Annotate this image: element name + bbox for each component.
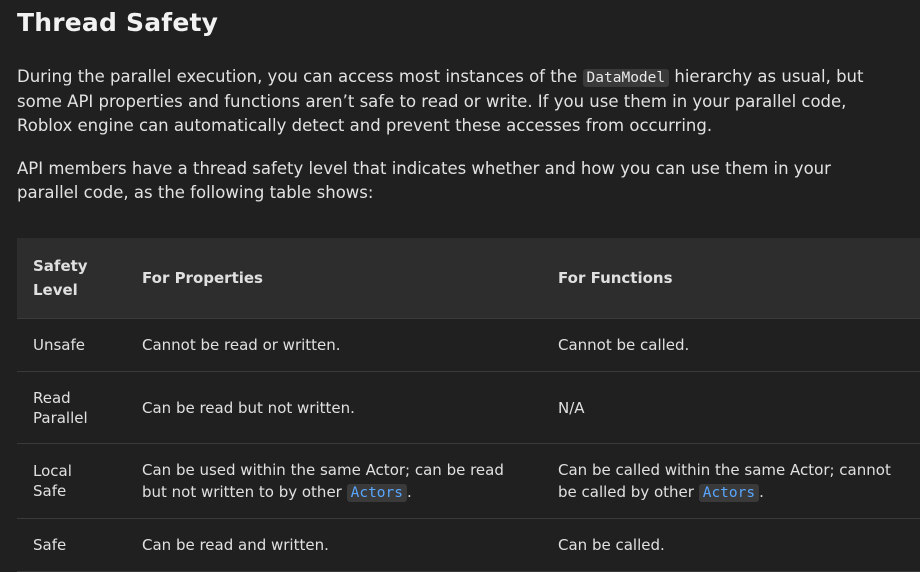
table-row: Local Safe Can be used within the same Ac… [17,443,920,519]
properties-text-end: . [407,482,412,501]
cell-properties: Can be read and written. [126,518,542,572]
header-level-line2: Level [33,281,78,299]
properties-text: Can be used within the same Actor; can b… [142,460,504,501]
intro-text-before: During the parallel execution, you can a… [17,67,583,86]
actors-link[interactable]: Actors [346,483,407,502]
actors-link[interactable]: Actors [698,483,760,502]
header-level-line1: Safety [33,257,88,275]
level-line2: Parallel [33,408,88,427]
intro-paragraph: During the parallel execution, you can a… [17,65,897,138]
cell-properties: Can be used within the same Actor; can b… [126,443,542,519]
page-title: Thread Safety [17,8,219,37]
datamodel-code: DataModel [582,69,670,87]
cell-functions: N/A [542,371,920,444]
header-for-functions: For Functions [542,238,920,319]
table-row: Read Parallel Can be read but not written… [17,371,920,444]
cell-properties: Cannot be read or written. [126,318,542,372]
table-row: Unsafe Cannot be read or written. Cannot… [17,318,920,372]
cell-properties: Can be read but not written. [126,371,542,444]
thread-safety-table: Safety Level For Properties For Functions… [17,238,920,572]
cell-functions: Can be called. [542,518,920,572]
doc-page: Thread Safety During the parallel execut… [0,0,920,572]
cell-functions: Cannot be called. [542,318,920,372]
cell-level: Local Safe [17,443,126,519]
level-line1: Read [33,388,71,407]
table-row: Safe Can be read and written. Can be cal… [17,518,920,572]
functions-text-end: . [759,482,764,501]
table-header-row: Safety Level For Properties For Functions [17,238,920,319]
cell-level: Safe [17,518,126,572]
header-safety-level: Safety Level [17,238,126,319]
cell-functions: Can be called within the same Actor; can… [542,443,920,519]
cell-level: Read Parallel [17,371,126,444]
cell-level: Unsafe [17,318,126,372]
header-for-properties: For Properties [126,238,542,319]
table-intro-paragraph: API members have a thread safety level t… [17,159,831,202]
level-line1: Local [33,462,72,480]
level-line2: Safe [33,482,67,500]
